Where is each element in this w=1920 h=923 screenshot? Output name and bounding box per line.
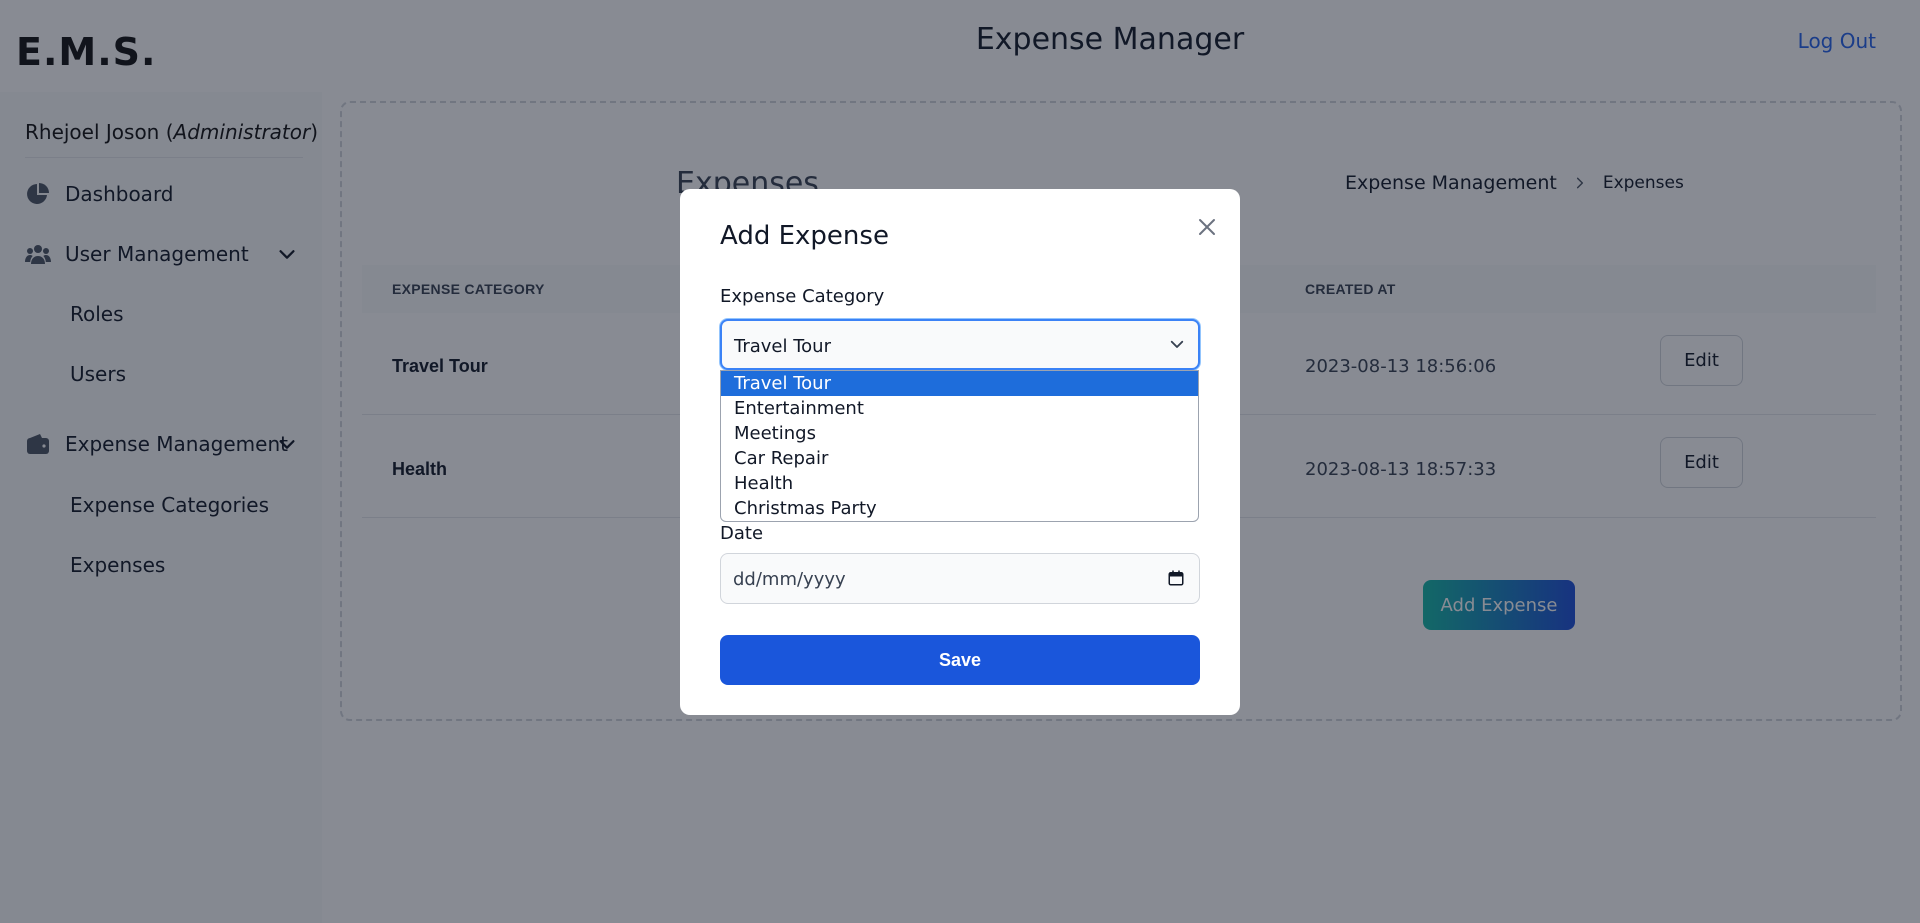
date-input[interactable]: dd/mm/yyyy (720, 553, 1200, 604)
date-placeholder: dd/mm/yyyy (733, 569, 846, 590)
save-button[interactable]: Save (720, 635, 1200, 685)
expense-category-dropdown: Travel Tour Entertainment Meetings Car R… (720, 370, 1199, 522)
dropdown-option[interactable]: Travel Tour (721, 371, 1198, 396)
date-label: Date (720, 523, 764, 544)
modal-title: Add Expense (720, 221, 889, 251)
dropdown-option[interactable]: Car Repair (721, 446, 1198, 471)
dropdown-option[interactable]: Entertainment (721, 396, 1198, 421)
expense-category-select[interactable]: Travel Tour (720, 319, 1200, 370)
close-icon[interactable] (1195, 215, 1219, 239)
expense-category-label: Expense Category (720, 286, 885, 307)
add-expense-modal: Add Expense Expense Category Travel Tour… (680, 189, 1240, 715)
dropdown-option[interactable]: Health (721, 471, 1198, 496)
chevron-down-icon (1170, 340, 1184, 348)
dropdown-option[interactable]: Meetings (721, 421, 1198, 446)
calendar-icon[interactable] (1167, 569, 1185, 587)
dropdown-option[interactable]: Christmas Party (721, 496, 1198, 521)
select-value: Travel Tour (734, 336, 831, 357)
